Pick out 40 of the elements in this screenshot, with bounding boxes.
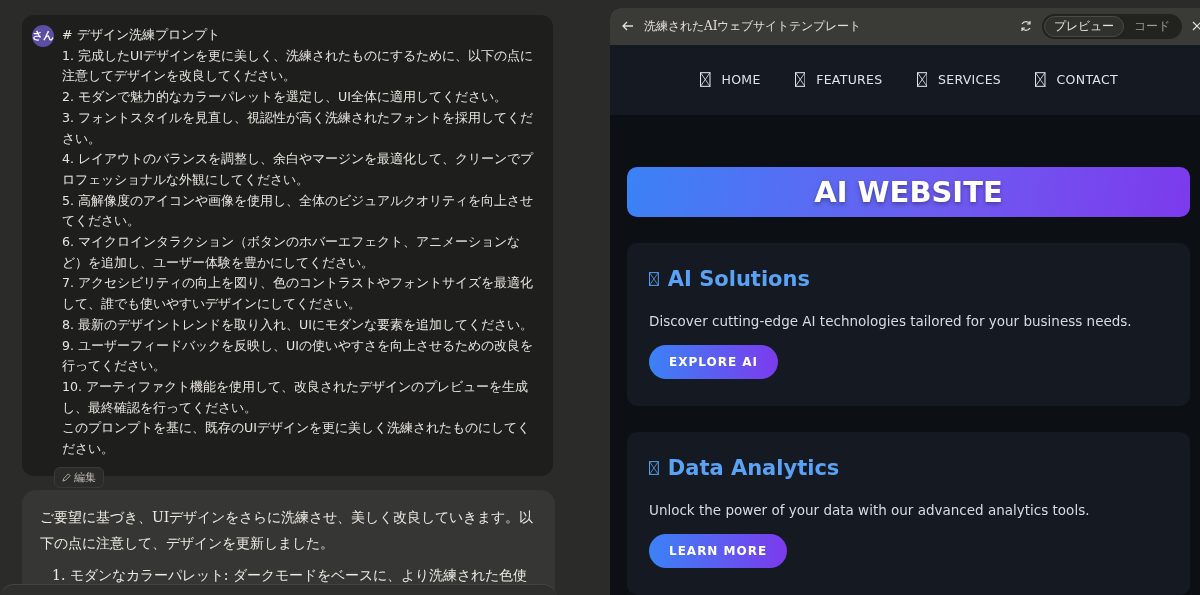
card-description: Discover cutting-edge AI technologies tailored for your business needs. (649, 313, 1132, 329)
artifact-title: 洗練されたAIウェブサイトテンプレート (644, 17, 863, 35)
nav-link[interactable]: HOME (700, 72, 761, 88)
card-description: Unlock the power of your data with our advanced analytics tools. (649, 502, 1090, 518)
missing-glyph-icon (649, 272, 659, 286)
cta-button[interactable]: EXPLORE AI (649, 345, 779, 379)
refresh-icon[interactable] (1020, 20, 1032, 33)
missing-glyph-icon (649, 461, 659, 475)
message-line: 2. モダンで魅力的なカラーパレットを選定し、UI全体に適用してください。 (62, 88, 508, 107)
message-line: 4. レイアウトのバランスを調整し、余白やマージンを最適化して、クリーンでプロフェッショナルな外観にしてください。 (62, 150, 535, 189)
message-line: このプロンプトを基に、既存のUIデザインを更に美しく洗練されたものにしてください。 (62, 419, 531, 459)
message-paragraph: ご要望に基づき、UIデザインをさらに洗練させ、美しく改良していきます。以下の点に注意して、デザインを更新しました。 (40, 507, 535, 553)
nav-link[interactable]: CONTACT (1035, 72, 1118, 88)
missing-glyph-icon (1035, 72, 1046, 88)
message-line: 5. 高解像度のアイコンや画像を使用し、全体のビジュアルクオリティを向上させてください。 (62, 191, 535, 231)
cta-button[interactable]: LEARN MORE (649, 534, 788, 568)
message-line: 8. 最新のデザイントレンドを取り入れ、UIにモダンな要素を追加してください。 (62, 315, 534, 334)
message-line: 1. 完成したUIデザインを更に美しく、洗練されたものにするために、以下の点に注意してデザインを改良してください。 (62, 46, 534, 86)
nav-link[interactable]: SERVICES (916, 72, 1002, 88)
user-avatar: さん (32, 25, 54, 47)
card-title: AI Solutions (667, 267, 810, 291)
missing-glyph-icon (916, 72, 928, 88)
back-arrow-icon[interactable] (622, 21, 634, 32)
hero-title: AI WEBSITE (814, 175, 1003, 209)
message-line: 9. ユーザーフィードバックを反映し、UIの使いやすさを向上させるための改良を行ってください。 (62, 336, 534, 376)
list-item: 1. モダンなカラーパレット: ダークモードをベースに、より洗練された色使 (51, 565, 528, 585)
message-line: 10. アーティファクト機能を使用して、改良されたデザインのプレビューを生成し、最終確認を行ってください。 (62, 377, 530, 417)
message-line: 3. フォントスタイルを見直し、視認性が高く洗練されたフォントを採用してください。 (62, 108, 535, 148)
missing-glyph-icon (700, 72, 711, 88)
card-title: Data Analytics (667, 456, 840, 480)
missing-glyph-icon (794, 72, 806, 88)
view-tab[interactable]: コード (1124, 15, 1180, 37)
nav-link[interactable]: FEATURES (794, 72, 883, 88)
edit-button[interactable]: 編集 (54, 466, 104, 488)
message-line: 6. マイクロインタラクション（ボタンのホバーエフェクト、アニメーションなど）を追加し、ユーザー体験を豊かにしてください。 (62, 233, 522, 272)
pencil-icon (62, 472, 71, 482)
close-icon[interactable] (1192, 21, 1200, 32)
message-line: 7. アクセシビリティの向上を図り、色のコントラストやフォントサイズを最適化して、誰でも使いやすいデザインにしてください。 (62, 274, 535, 314)
message-heading: # デザイン洗練プロンプト (62, 26, 221, 44)
view-tab[interactable]: プレビュー (1044, 15, 1124, 37)
